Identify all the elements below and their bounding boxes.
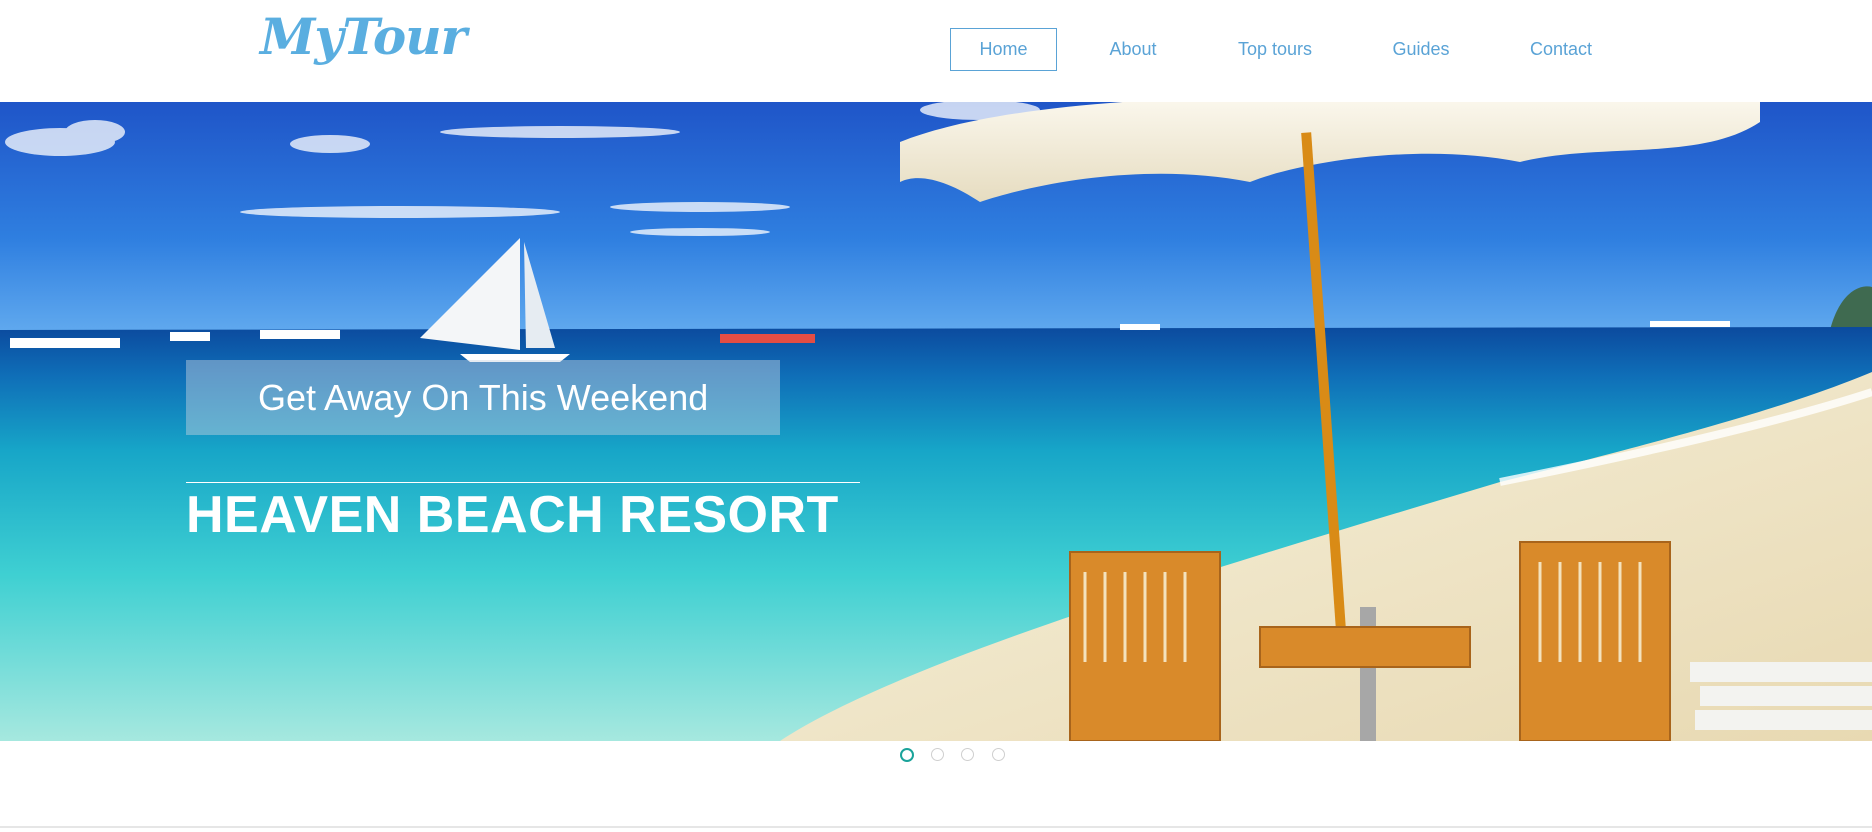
slider-dot-3[interactable]: [961, 748, 974, 761]
nav-top-tours[interactable]: Top tours: [1222, 28, 1328, 71]
hero-tagline: Get Away On This Weekend: [258, 377, 709, 418]
hero-headline: HEAVEN BEACH RESORT: [186, 486, 839, 544]
slider-dot-2[interactable]: [931, 748, 944, 761]
section-divider: [0, 826, 1872, 828]
nav-about[interactable]: About: [1092, 28, 1174, 71]
tagline-box: Get Away On This Weekend: [186, 360, 780, 435]
hero-slider: Get Away On This Weekend HEAVEN BEACH RE…: [0, 102, 1872, 741]
nav-home[interactable]: Home: [950, 28, 1057, 71]
site-logo[interactable]: MyTour: [260, 12, 467, 62]
hero-divider: [186, 482, 860, 483]
nav-contact[interactable]: Contact: [1514, 28, 1608, 71]
towel-stack: [1690, 662, 1872, 730]
site-header: MyTour Home About Top tours Guides Conta…: [0, 0, 1872, 102]
slider-dot-4[interactable]: [992, 748, 1005, 761]
slider-dot-1[interactable]: [900, 748, 914, 762]
nav-guides[interactable]: Guides: [1378, 28, 1464, 71]
